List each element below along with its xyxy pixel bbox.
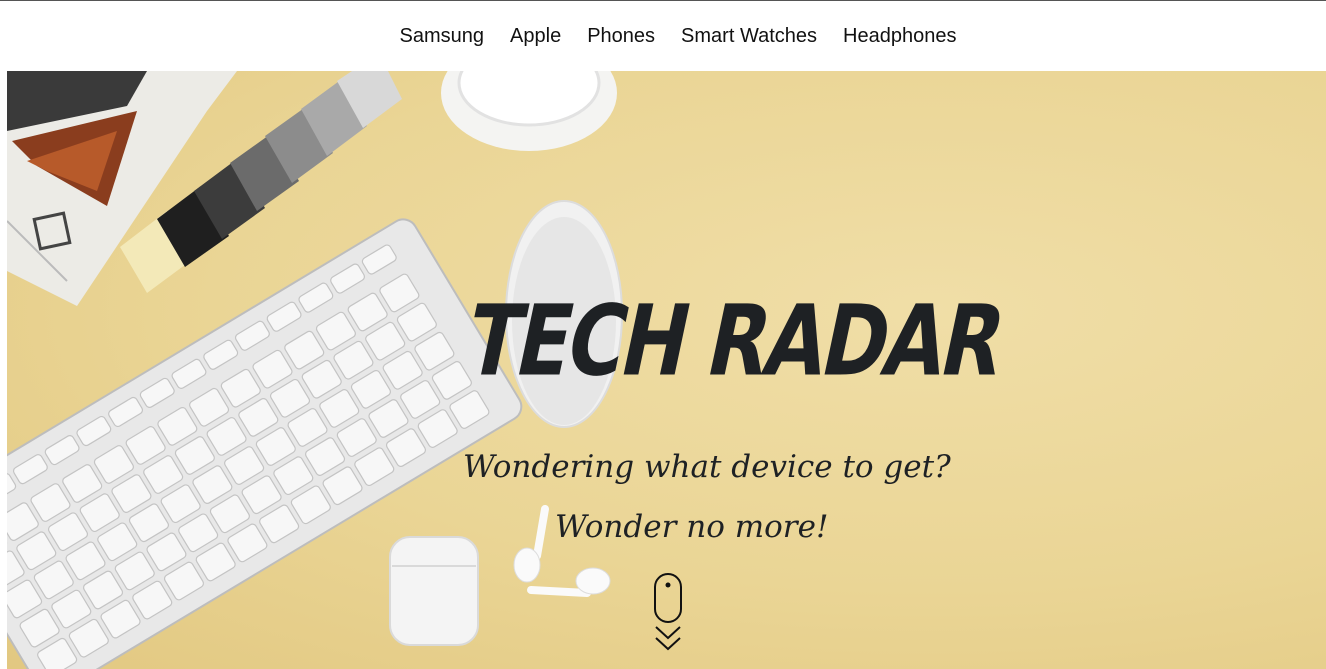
airpods-case-illustration: [389, 536, 479, 646]
top-navigation: Samsung Apple Phones Smart Watches Headp…: [0, 1, 1326, 71]
nav-item-smart-watches[interactable]: Smart Watches: [681, 25, 817, 47]
mouse-scroll-icon[interactable]: [650, 571, 686, 655]
hero-section: TECH RADAR Wondering what device to get?…: [7, 71, 1326, 669]
hero-title: TECH RADAR: [456, 285, 1013, 399]
hero-tagline: Wondering what device to get?: [463, 449, 951, 485]
nav-item-phones[interactable]: Phones: [587, 25, 655, 47]
nav-item-headphones[interactable]: Headphones: [843, 25, 956, 47]
coffee-cup-illustration: [441, 71, 617, 151]
nav-item-samsung[interactable]: Samsung: [400, 25, 485, 47]
hero-tagline-secondary: Wonder no more!: [555, 509, 829, 545]
nav-item-apple[interactable]: Apple: [510, 25, 561, 47]
nav-menu: Samsung Apple Phones Smart Watches Headp…: [400, 25, 957, 48]
